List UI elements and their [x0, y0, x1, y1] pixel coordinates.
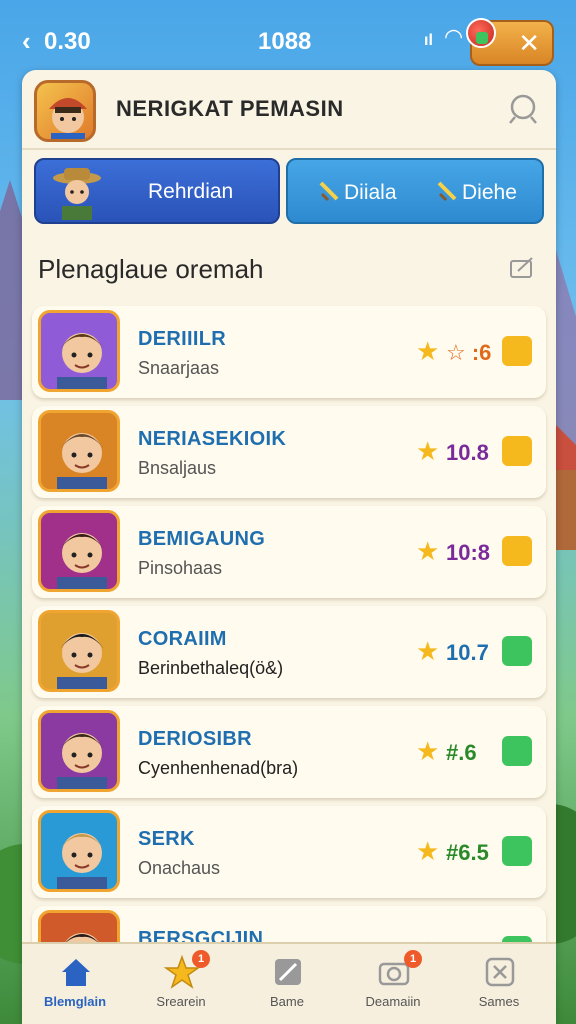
player-score: 10:8 — [446, 540, 491, 565]
tab-diiala[interactable]: Diiala — [318, 180, 397, 205]
nav-label: Deamaiin — [365, 994, 421, 1009]
leaderboard-panel: NERIGKAT PEMASIN Rehrdian Diiala Diehe P… — [22, 70, 556, 1024]
star-icon: ★ — [416, 736, 440, 766]
player-score: 10.8 — [446, 440, 489, 465]
pencil-icon — [270, 954, 306, 990]
nav-item-camera[interactable]: 1 Deamaiin — [340, 944, 446, 1024]
player-name: SERK — [138, 828, 195, 850]
avatar — [50, 164, 104, 220]
star-icon: ★ — [416, 636, 440, 666]
home-icon — [58, 954, 94, 990]
avatar — [38, 410, 120, 492]
player-name: NERIASEKIOIK — [138, 428, 287, 450]
rank-badge-icon — [502, 436, 532, 466]
status-time-center: 1088 — [258, 28, 312, 55]
panel-header: NERIGKAT PEMASIN — [22, 70, 556, 150]
gem-icon — [466, 18, 496, 48]
list-item[interactable]: NERIASEKIOIK Bnsaljaus ★ 10.8 — [32, 406, 546, 498]
player-subtitle: Berinbethaleq(ö&) — [138, 658, 284, 678]
player-name: BEMIGAUNG — [138, 528, 266, 550]
close-game-button[interactable]: ✕ — [466, 18, 554, 66]
avatar — [38, 710, 120, 792]
tab-label: Diehe — [462, 181, 517, 204]
page-title: NERIGKAT PEMASIN — [116, 96, 344, 121]
list-item[interactable]: DERIIILR Snaarjaas ★ ☆ :6 — [32, 306, 546, 398]
wifi-icon: ◠ — [444, 24, 464, 49]
search-icon[interactable] — [506, 92, 540, 126]
list-item[interactable]: CORAIIM Berinbethaleq(ö&) ★ 10.7 — [32, 606, 546, 698]
bottom-nav: Blemglain 1 Srearein Bame 1 Deamaiin Sam… — [22, 942, 556, 1024]
player-subtitle: Bnsaljaus — [138, 458, 217, 478]
rank-badge-icon — [502, 536, 532, 566]
player-subtitle: Snaarjaas — [138, 358, 220, 378]
nav-label: Srearein — [156, 994, 206, 1009]
list-item[interactable]: BEMIGAUNG Pinsohaas ★ 10:8 — [32, 506, 546, 598]
avatar[interactable] — [34, 80, 96, 142]
star-icon: ★ — [416, 436, 440, 466]
notification-badge: 1 — [192, 950, 210, 968]
status-bar: ‹ 0.30 1088 ıl ◠ ✕ — [0, 0, 576, 70]
section-title: Plenaglaue oremah — [38, 254, 264, 284]
player-score: ☆ :6 — [446, 340, 492, 365]
notification-badge: 1 — [404, 950, 422, 968]
player-subtitle: Pinsohaas — [138, 558, 223, 578]
close-icon: ✕ — [518, 27, 540, 58]
avatar — [38, 310, 120, 392]
tab-diiala-diehe[interactable]: Diiala Diehe — [286, 158, 544, 224]
edit-icon[interactable] — [508, 254, 536, 282]
nav-item-shield[interactable]: Sames — [446, 944, 552, 1024]
nav-item-star[interactable]: 1 Srearein — [128, 944, 234, 1024]
player-subtitle: Cyenhenhenad(bra) — [138, 758, 299, 778]
tab-bar: Rehrdian Diiala Diehe — [34, 158, 544, 224]
player-score: 10.7 — [446, 640, 489, 665]
nav-item-home[interactable]: Blemglain — [22, 944, 128, 1024]
status-time-left: 0.30 — [44, 28, 91, 55]
nav-label: Bame — [270, 994, 304, 1009]
player-name: CORAIIM — [138, 628, 227, 650]
avatar — [38, 610, 120, 692]
avatar — [38, 810, 120, 892]
star-icon: ★ — [416, 536, 440, 566]
player-score: #.6 — [446, 740, 477, 765]
signal-icon: ıl — [424, 32, 433, 49]
star-icon: ★ — [416, 336, 440, 366]
avatar — [38, 510, 120, 592]
rank-badge-icon — [502, 336, 532, 366]
tab-rehrdian[interactable]: Rehrdian — [34, 158, 280, 224]
rank-badge-icon — [502, 736, 532, 766]
rank-badge-icon — [502, 836, 532, 866]
player-subtitle: Onachaus — [138, 858, 221, 878]
list-item[interactable]: DERIOSIBR Cyenhenhenad(bra) ★ #.6 — [32, 706, 546, 798]
sword-icon — [437, 181, 457, 202]
nav-label: Sames — [478, 994, 520, 1009]
tab-label: Diiala — [344, 181, 397, 204]
tab-diehe[interactable]: Diehe — [436, 180, 517, 205]
shield-icon — [482, 954, 518, 990]
tab-label: Rehrdian — [148, 180, 234, 203]
player-name: DERIIILR — [138, 328, 226, 350]
player-score: #6.5 — [446, 840, 489, 865]
rank-badge-icon — [502, 636, 532, 666]
list-item[interactable]: SERK Onachaus ★ #6.5 — [32, 806, 546, 898]
nav-label: Blemglain — [43, 994, 107, 1009]
back-arrow-icon[interactable]: ‹ — [22, 26, 31, 57]
nav-item-pencil[interactable]: Bame — [234, 944, 340, 1024]
sword-icon — [319, 181, 339, 202]
player-name: DERIOSIBR — [138, 728, 252, 750]
star-icon: ★ — [416, 836, 440, 866]
